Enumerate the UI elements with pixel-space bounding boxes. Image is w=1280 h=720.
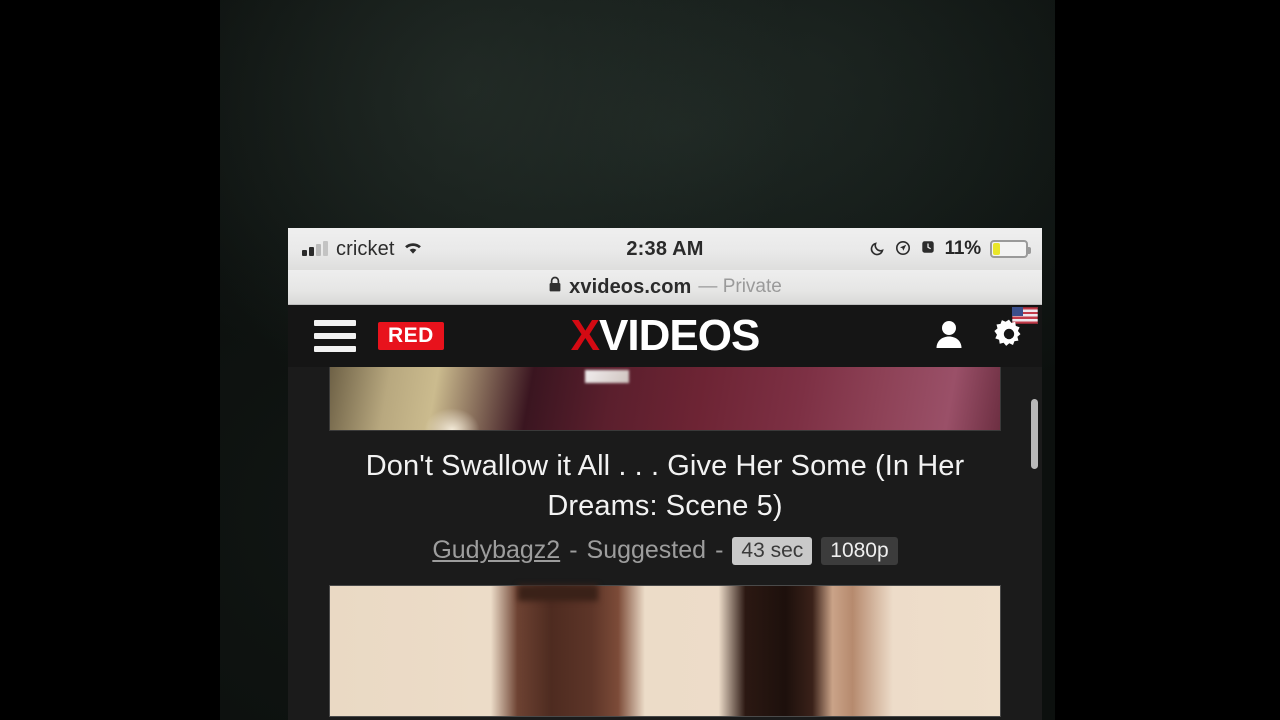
status-bar-right: 11% [665,238,1031,260]
video-thumbnail-partial[interactable] [329,367,1001,431]
logo-x: X [570,311,600,360]
red-premium-button[interactable]: RED [378,322,444,350]
video-title[interactable]: Don't Swallow it All . . . Give Her Some… [288,431,1042,526]
header-actions [932,317,1026,356]
video-meta: Gudybagz2 - Suggested - 43 sec 1080p [288,526,1042,565]
meta-separator-2: - [715,536,724,565]
logo-videos: VIDEOS [599,311,760,360]
duration-badge: 43 sec [732,536,813,565]
hamburger-menu-icon[interactable] [314,320,356,352]
suggested-label: Suggested [586,536,707,565]
cellular-signal-icon [302,241,328,256]
location-arrow-icon [895,240,911,259]
do-not-disturb-moon-icon [870,240,886,259]
vertical-scrollbar[interactable] [1031,399,1038,469]
letterbox-right [1055,0,1280,720]
carrier-label: cricket [336,237,395,260]
url-host-label: xvideos.com [569,275,692,298]
letterbox-left [0,0,220,720]
alarm-clock-icon [920,239,936,259]
safari-url-bar[interactable]: xvideos.com — Private [288,270,1042,305]
battery-icon [990,240,1031,258]
video-thumbnail-next[interactable] [329,585,1001,718]
battery-percent-label: 11% [944,238,982,259]
wifi-icon [402,239,424,259]
phone-screen-capture: cricket 2:38 AM 11% xvideos.com — Privat… [288,228,1042,720]
site-header: RED XVIDEOS [288,305,1042,367]
user-account-icon[interactable] [932,317,966,356]
page-content: Don't Swallow it All . . . Give Her Some… [288,367,1042,720]
lock-icon [548,276,562,298]
status-bar-left: cricket [302,238,665,261]
quality-badge: 1080p [821,536,898,565]
gear-settings-icon[interactable] [992,317,1026,356]
private-browsing-label: — Private [698,276,782,297]
uploader-link[interactable]: Gudybagz2 [432,536,560,565]
screenshot-stage: cricket 2:38 AM 11% xvideos.com — Privat… [0,0,1280,720]
ios-status-bar: cricket 2:38 AM 11% [288,228,1042,270]
meta-separator-1: - [569,536,578,565]
